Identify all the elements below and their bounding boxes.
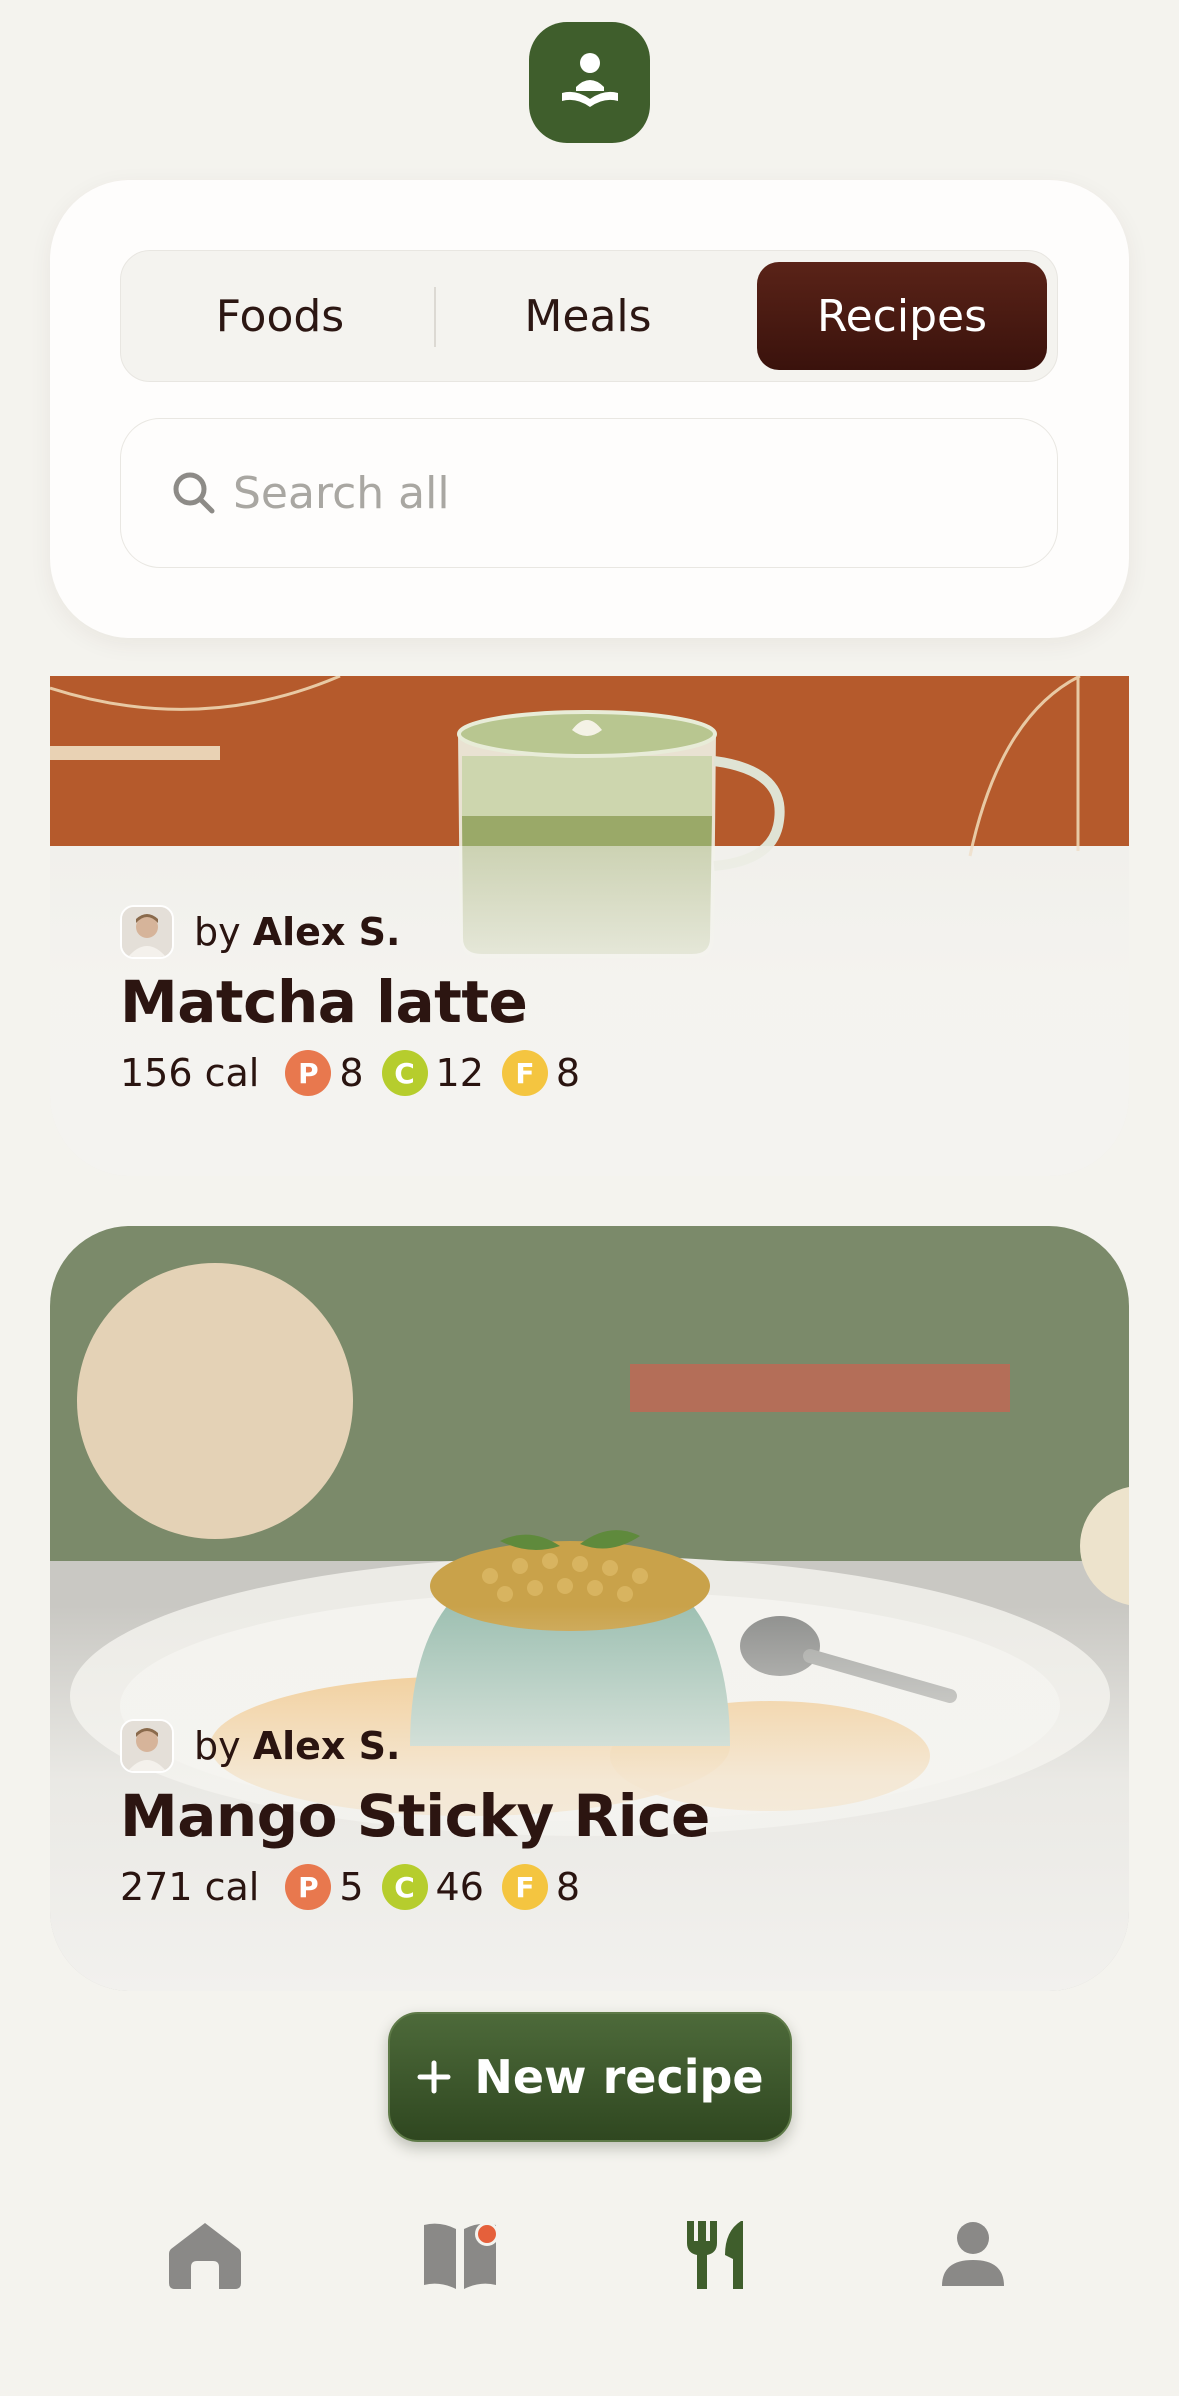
author-avatar[interactable] <box>120 1719 174 1773</box>
filter-panel: Foods Meals Recipes <box>50 180 1129 638</box>
plus-icon <box>417 2060 451 2094</box>
recipe-card[interactable]: by Alex S. Mango Sticky Rice 271 cal P 5… <box>50 1226 1129 1991</box>
author-row: by Alex S. <box>120 1716 710 1776</box>
segment-foods[interactable]: Foods <box>135 262 425 370</box>
recipe-info: by Alex S. Matcha latte 156 cal P 8 C 12… <box>120 902 598 1096</box>
author-name[interactable]: Alex S. <box>253 910 401 954</box>
protein-value: 5 <box>339 1865 364 1909</box>
author-label: by Alex S. <box>194 1724 400 1768</box>
author-row: by Alex S. <box>120 902 598 962</box>
segment-meals[interactable]: Meals <box>443 262 733 370</box>
search-box[interactable] <box>120 418 1058 568</box>
author-avatar[interactable] <box>120 905 174 959</box>
bottom-nav <box>0 2170 1179 2330</box>
fat-badge: F <box>501 1050 548 1096</box>
fat-badge: F <box>501 1864 548 1910</box>
notification-dot <box>475 2222 499 2246</box>
author-prefix: by <box>194 910 241 954</box>
recipe-card[interactable]: by Alex S. Matcha latte 156 cal P 8 C 12… <box>50 676 1129 1176</box>
nav-recipes[interactable] <box>672 2210 762 2300</box>
new-recipe-button[interactable]: New recipe <box>388 2012 792 2142</box>
recipe-title: Matcha latte <box>120 968 528 1036</box>
macros-row: 156 cal P 8 C 12 F 8 <box>120 1050 598 1096</box>
carbs-value: 46 <box>435 1865 484 1909</box>
author-prefix: by <box>194 1724 241 1768</box>
macros-row: 271 cal P 5 C 46 F 8 <box>120 1864 710 1910</box>
nav-journal[interactable] <box>415 2210 505 2300</box>
protein-badge: P <box>285 1864 332 1910</box>
reader-icon <box>561 52 618 107</box>
home-icon <box>169 2223 241 2289</box>
author-label: by Alex S. <box>194 910 400 954</box>
app-logo <box>529 22 650 143</box>
carbs-badge: C <box>381 1050 428 1096</box>
carbs-badge: C <box>381 1864 428 1910</box>
protein-value: 8 <box>339 1051 364 1095</box>
nav-profile[interactable] <box>928 2210 1018 2300</box>
new-recipe-label: New recipe <box>474 2050 764 2104</box>
search-icon <box>173 472 215 514</box>
fat-value: 8 <box>555 1051 581 1095</box>
nav-home[interactable] <box>160 2210 250 2300</box>
recipe-title: Mango Sticky Rice <box>120 1782 710 1850</box>
fat-value: 8 <box>555 1865 581 1909</box>
segment-recipes[interactable]: Recipes <box>757 262 1047 370</box>
calories: 156 cal <box>120 1051 260 1095</box>
recipe-info: by Alex S. Mango Sticky Rice 271 cal P 5… <box>120 1716 710 1910</box>
protein-badge: P <box>285 1050 332 1096</box>
author-name[interactable]: Alex S. <box>253 1724 401 1768</box>
segment-divider <box>434 287 436 347</box>
recipes-icon <box>687 2221 743 2289</box>
calories: 271 cal <box>120 1865 260 1909</box>
profile-icon <box>942 2222 1004 2286</box>
search-input[interactable] <box>233 467 1033 519</box>
carbs-value: 12 <box>435 1051 484 1095</box>
category-segmented-control: Foods Meals Recipes <box>120 250 1058 382</box>
